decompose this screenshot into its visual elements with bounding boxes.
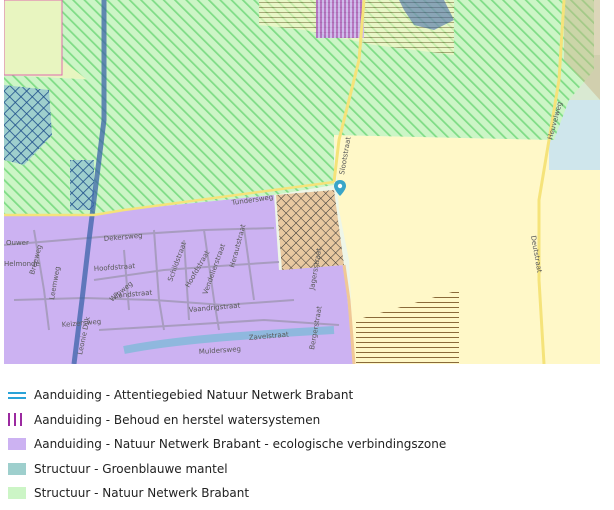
street-label: Helmonde bbox=[4, 260, 40, 268]
legend: Aanduiding - Attentiegebied Natuur Netwe… bbox=[0, 384, 614, 507]
green-swatch bbox=[8, 487, 26, 500]
legend-label: Aanduiding - Natuur Netwerk Brabant - ec… bbox=[34, 437, 447, 452]
legend-label: Aanduiding - Behoud en herstel watersyst… bbox=[34, 412, 321, 427]
legend-label: Aanduiding - Attentiegebied Natuur Netwe… bbox=[34, 388, 354, 402]
legend-item: Structuur - Groenblauwe mantel bbox=[0, 458, 614, 483]
groenblauwe-mantel-small bbox=[70, 160, 94, 210]
street-label: Ouwer bbox=[6, 239, 29, 247]
double-line-icon bbox=[8, 392, 26, 399]
vertical-bars-icon bbox=[8, 412, 26, 426]
teal-swatch bbox=[8, 462, 26, 475]
legend-item: Structuur - Natuur Netwerk Brabant bbox=[0, 482, 614, 507]
legend-item: Aanduiding - Behoud en herstel watersyst… bbox=[0, 409, 614, 434]
legend-label: Structuur - Natuur Netwerk Brabant bbox=[34, 486, 250, 501]
legend-item: Aanduiding - Natuur Netwerk Brabant - ec… bbox=[0, 433, 614, 458]
map-view[interactable]: Tundersweg Dekersweg Ouwer Breeweg Hoofd… bbox=[4, 0, 600, 364]
legend-item: Aanduiding - Attentiegebied Natuur Netwe… bbox=[0, 384, 614, 409]
legend-label: Structuur - Groenblauwe mantel bbox=[34, 461, 228, 476]
purple-swatch bbox=[8, 438, 26, 451]
purple-watersystem-north bbox=[316, 0, 364, 38]
crosshatch-overlay bbox=[276, 190, 344, 270]
